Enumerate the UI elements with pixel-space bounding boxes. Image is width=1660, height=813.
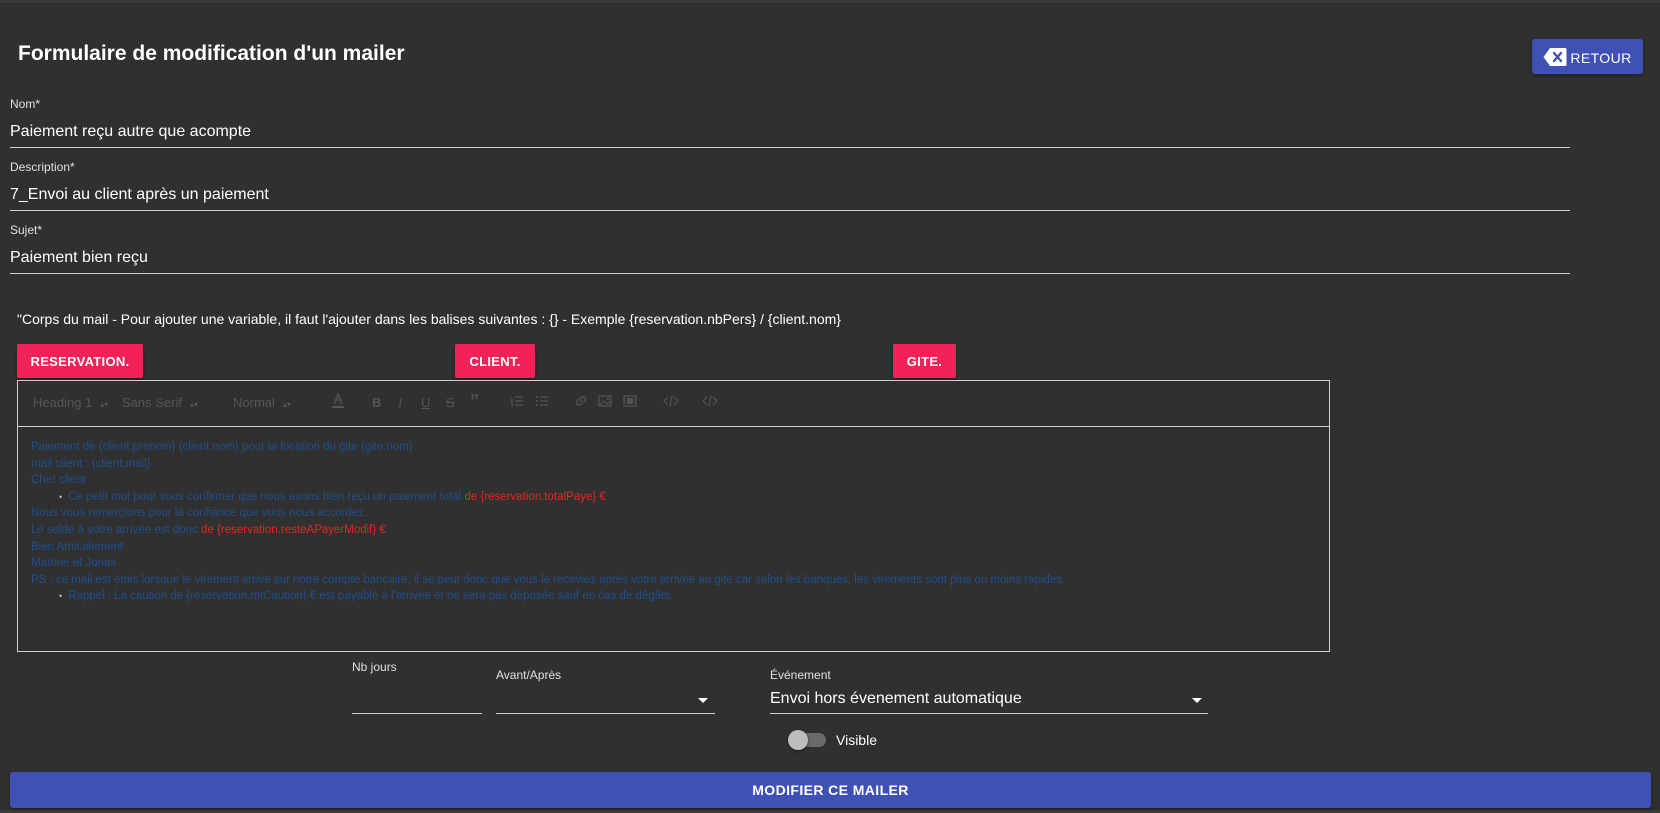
link-icon[interactable]: [574, 394, 588, 411]
evenement-value: Envoi hors évenement automatique: [770, 690, 1022, 707]
bullet-list-icon[interactable]: [535, 394, 549, 411]
content-line: Martine et Jonas: [31, 557, 117, 570]
nb-jours-underline: [352, 713, 482, 714]
evenement-underline: [770, 713, 1208, 714]
description-underline: [10, 210, 1570, 211]
underline-button[interactable]: U: [421, 395, 430, 410]
reservation-variable-button[interactable]: RESERVATION.: [17, 344, 143, 378]
quote-button[interactable]: ”: [470, 391, 479, 412]
mail-body-content[interactable]: Paiement de {client.prenom} {client.nom}…: [31, 439, 1065, 605]
text-color-icon[interactable]: [331, 392, 345, 412]
content-bullet-line: Ce petit mot pour vous confirmer que nou…: [31, 489, 1065, 506]
modify-mailer-button[interactable]: MODIFIER CE MAILER: [10, 772, 1651, 808]
visible-toggle-knob: [788, 730, 808, 750]
top-divider: [0, 0, 1660, 3]
backspace-icon: [1543, 47, 1567, 66]
mail-body-editor[interactable]: Heading 1 Sans Serif Normal B I U S ”: [17, 380, 1330, 652]
evenement-label: Événement: [770, 668, 831, 682]
avant-apres-underline: [496, 713, 715, 714]
content-highlight-text: de {reservation.totalPaye} €: [464, 490, 606, 503]
content-text: Rappel : La caution de {reservation.mtCa…: [68, 590, 674, 603]
content-highlight-text: de {reservation.resteAPayerModif} €: [201, 523, 386, 536]
content-text: Ce petit mot pour vous confirmer que nou…: [68, 490, 465, 503]
sujet-label: Sujet*: [10, 223, 43, 237]
content-line: PS : ce mail est émis lorsque le viremen…: [31, 573, 1066, 586]
description-label: Description*: [10, 160, 75, 174]
bold-button[interactable]: B: [372, 395, 381, 410]
font-select[interactable]: Sans Serif: [122, 395, 198, 410]
nom-label: Nom*: [10, 97, 41, 111]
avant-apres-select[interactable]: Avant/Après: [496, 668, 715, 716]
size-select[interactable]: Normal: [233, 395, 291, 410]
client-variable-button[interactable]: CLIENT.: [455, 344, 535, 378]
chevron-down-icon: [1192, 698, 1202, 703]
nb-jours-field[interactable]: Nb jours: [352, 660, 482, 716]
description-input[interactable]: 7_Envoi au client après un paiement: [10, 186, 269, 204]
content-line: Cher client: [31, 474, 86, 487]
page-title: Formulaire de modification d'un mailer: [18, 42, 405, 65]
visible-toggle[interactable]: [788, 730, 826, 750]
sujet-underline: [10, 273, 1570, 274]
nb-jours-label: Nb jours: [352, 660, 397, 674]
italic-button[interactable]: I: [398, 395, 402, 411]
content-line: Bien Amicalement: [31, 540, 124, 553]
code-block-icon[interactable]: [702, 394, 718, 411]
content-bullet-line: Rappel : La caution de {reservation.mtCa…: [31, 588, 1065, 605]
back-button-label: RETOUR: [1570, 50, 1632, 66]
heading-select[interactable]: Heading 1: [33, 395, 108, 410]
nom-input[interactable]: Paiement reçu autre que acompte: [10, 123, 251, 141]
gite-variable-button[interactable]: GITE.: [893, 344, 956, 378]
video-icon[interactable]: [623, 394, 637, 411]
mail-body-help-text: "Corps du mail - Pour ajouter une variab…: [17, 311, 841, 327]
editor-toolbar: Heading 1 Sans Serif Normal B I U S ”: [18, 381, 1329, 427]
strike-button[interactable]: S: [446, 395, 455, 410]
ordered-list-icon[interactable]: [510, 394, 524, 411]
content-line: mail client : {client.mail}: [31, 457, 151, 470]
avant-apres-label: Avant/Après: [496, 668, 562, 682]
content-line: Le solde à votre arrivée est donc de {re…: [31, 522, 1065, 539]
sujet-input[interactable]: Paiement bien reçu: [10, 249, 148, 267]
visible-label: Visible: [836, 732, 877, 748]
content-line: Paiement de {client.prenom} {client.nom}…: [31, 441, 413, 453]
evenement-select[interactable]: Événement Envoi hors évenement automatiq…: [770, 668, 1208, 716]
image-icon[interactable]: [598, 394, 612, 411]
content-text: Le solde à votre arrivée est donc: [31, 523, 202, 536]
content-line: Nous vous remerçions pour la confiance q…: [31, 507, 368, 520]
chevron-down-icon: [698, 698, 708, 703]
code-icon[interactable]: [663, 394, 679, 411]
back-button[interactable]: RETOUR: [1532, 39, 1643, 74]
nom-underline: [10, 147, 1570, 148]
